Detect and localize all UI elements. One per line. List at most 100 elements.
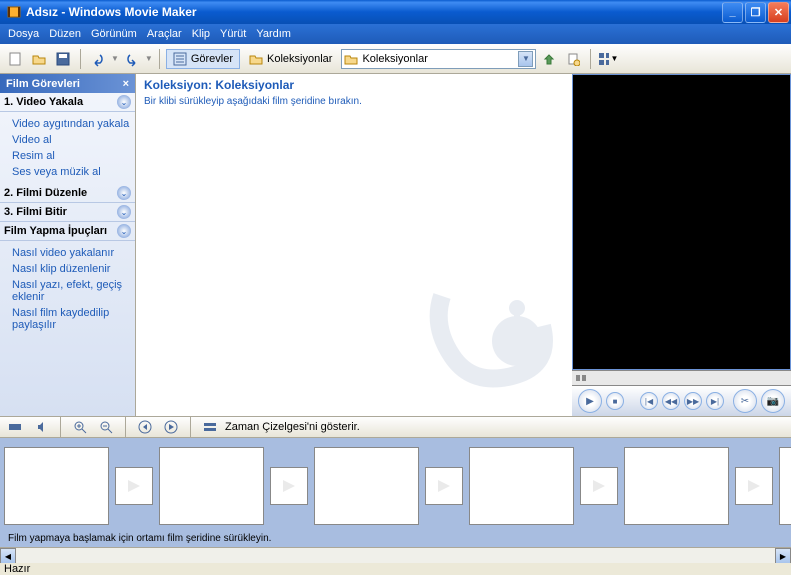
next-button[interactable]: ▶| — [706, 392, 724, 410]
menu-yardim[interactable]: Yardım — [256, 28, 291, 40]
tasks-label: Görevler — [191, 53, 233, 65]
tasks-icon — [173, 52, 187, 66]
storyboard-slot[interactable] — [779, 447, 791, 525]
menu-gorunum[interactable]: Görünüm — [91, 28, 137, 40]
toolbar: ▼ ▼ Görevler Koleksiyonlar Koleksiyonlar… — [0, 44, 791, 74]
collection-dropdown[interactable]: Koleksiyonlar ▼ — [341, 49, 536, 69]
transition-slot[interactable] — [270, 467, 308, 505]
transition-slot[interactable] — [580, 467, 618, 505]
title-bar: Adsız - Windows Movie Maker _ ❐ ✕ — [0, 0, 791, 24]
up-button[interactable] — [538, 48, 560, 70]
collections-toggle[interactable]: Koleksiyonlar — [242, 49, 339, 69]
dropdown-value: Koleksiyonlar — [362, 53, 427, 65]
status-bar: Hazır — [0, 563, 791, 575]
capture-links: Video aygıtından yakala Video al Resim a… — [0, 112, 135, 184]
tasks-pane: Film Görevleri × 1. Video Yakala⌄ Video … — [0, 74, 135, 416]
prev-button[interactable]: |◀ — [640, 392, 658, 410]
storyboard[interactable] — [0, 438, 791, 533]
storyboard-slot[interactable] — [314, 447, 419, 525]
play-timeline-button[interactable] — [160, 416, 182, 438]
menu-araclar[interactable]: Araçlar — [147, 28, 182, 40]
preview-controls: ▶ ■ |◀ ◀◀ ▶▶ ▶| ✂ 📷 — [572, 386, 791, 416]
narrate-button[interactable] — [30, 416, 52, 438]
link-import-video[interactable]: Video al — [12, 132, 135, 148]
menu-bar: Dosya Düzen Görünüm Araçlar Klip Yürüt Y… — [0, 24, 791, 44]
preview-pane: ▶ ■ |◀ ◀◀ ▶▶ ▶| ✂ 📷 — [572, 74, 791, 416]
link-import-picture[interactable]: Resim al — [12, 148, 135, 164]
chevron-down-icon: ⌄ — [117, 224, 131, 238]
rewind-button[interactable]: ◀◀ — [662, 392, 680, 410]
task-section-edit[interactable]: 2. Filmi Düzenle⌄ — [0, 184, 135, 203]
storyboard-slot[interactable] — [4, 447, 109, 525]
collection-pane: Koleksiyon: Koleksiyonlar Bir klibi sürü… — [135, 74, 572, 416]
tasks-close-icon[interactable]: × — [123, 78, 129, 90]
menu-dosya[interactable]: Dosya — [8, 28, 39, 40]
minimize-button[interactable]: _ — [722, 2, 743, 23]
main-area: Film Görevleri × 1. Video Yakala⌄ Video … — [0, 74, 791, 416]
collection-hint: Bir klibi sürükleyip aşağıdaki film şeri… — [136, 96, 572, 111]
transition-slot[interactable] — [115, 467, 153, 505]
new-button[interactable] — [4, 48, 26, 70]
split-clip-button[interactable]: ✂ — [733, 389, 757, 413]
task-section-tips[interactable]: Film Yapma İpuçları⌄ — [0, 222, 135, 241]
preview-screen — [573, 75, 790, 369]
storyboard-hint: Film yapmaya başlamak için ortamı film ş… — [0, 533, 791, 547]
collections-label: Koleksiyonlar — [267, 53, 332, 65]
undo-button[interactable] — [87, 48, 109, 70]
scroll-right-icon[interactable]: ▶ — [775, 548, 791, 564]
link-tip-save[interactable]: Nasıl film kaydedilip paylaşılır — [12, 305, 135, 333]
tasks-title: Film Görevleri — [6, 78, 80, 90]
storyboard-slot[interactable] — [624, 447, 729, 525]
timeline-tooltip: Zaman Çizelgesi'ni gösterir. — [225, 421, 360, 433]
task-section-finish[interactable]: 3. Filmi Bitir⌄ — [0, 203, 135, 222]
view-button[interactable]: ▼ — [597, 48, 619, 70]
transition-slot[interactable] — [735, 467, 773, 505]
rewind-timeline-button[interactable] — [134, 416, 156, 438]
tasks-header: Film Görevleri × — [0, 74, 135, 93]
link-tip-capture[interactable]: Nasıl video yakalanır — [12, 245, 135, 261]
timeline-toolbar: Zaman Çizelgesi'ni gösterir. — [0, 416, 791, 438]
forward-button[interactable]: ▶▶ — [684, 392, 702, 410]
chevron-down-icon: ⌄ — [117, 186, 131, 200]
folder-icon — [344, 52, 358, 66]
play-button[interactable]: ▶ — [578, 389, 602, 413]
folder-icon — [249, 52, 263, 66]
link-tip-effects[interactable]: Nasıl yazı, efekt, geçiş eklenir — [12, 277, 135, 305]
horizontal-scrollbar[interactable]: ◀ ▶ — [0, 547, 791, 563]
chevron-down-icon: ⌄ — [117, 205, 131, 219]
window-title: Adsız - Windows Movie Maker — [26, 5, 720, 19]
snapshot-button[interactable]: 📷 — [761, 389, 785, 413]
scroll-left-icon[interactable]: ◀ — [0, 548, 16, 564]
scroll-track[interactable] — [16, 548, 775, 563]
show-timeline-button[interactable] — [199, 416, 221, 438]
menu-klip[interactable]: Klip — [192, 28, 210, 40]
open-button[interactable] — [28, 48, 50, 70]
menu-yurut[interactable]: Yürüt — [220, 28, 246, 40]
stop-button[interactable]: ■ — [606, 392, 624, 410]
dropdown-arrow-icon: ▼ — [518, 51, 533, 67]
collection-title: Koleksiyon: Koleksiyonlar — [136, 74, 572, 96]
chevron-down-icon: ⌄ — [117, 95, 131, 109]
timeline-view-button[interactable] — [4, 416, 26, 438]
tasks-toggle[interactable]: Görevler — [166, 49, 240, 69]
close-button[interactable]: ✕ — [768, 2, 789, 23]
zoom-in-button[interactable] — [69, 416, 91, 438]
maximize-button[interactable]: ❐ — [745, 2, 766, 23]
save-button[interactable] — [52, 48, 74, 70]
link-tip-edit[interactable]: Nasıl klip düzenlenir — [12, 261, 135, 277]
props-button[interactable] — [562, 48, 584, 70]
zoom-out-button[interactable] — [95, 416, 117, 438]
preview-splitter[interactable] — [572, 370, 791, 386]
app-icon — [6, 4, 22, 20]
link-import-audio[interactable]: Ses veya müzik al — [12, 164, 135, 180]
task-section-capture[interactable]: 1. Video Yakala⌄ — [0, 93, 135, 112]
redo-button[interactable] — [121, 48, 143, 70]
tips-links: Nasıl video yakalanır Nasıl klip düzenle… — [0, 241, 135, 337]
split-icon — [576, 373, 586, 383]
status-text: Hazır — [4, 563, 30, 575]
storyboard-slot[interactable] — [159, 447, 264, 525]
storyboard-slot[interactable] — [469, 447, 574, 525]
link-capture-device[interactable]: Video aygıtından yakala — [12, 116, 135, 132]
transition-slot[interactable] — [425, 467, 463, 505]
menu-duzen[interactable]: Düzen — [49, 28, 81, 40]
